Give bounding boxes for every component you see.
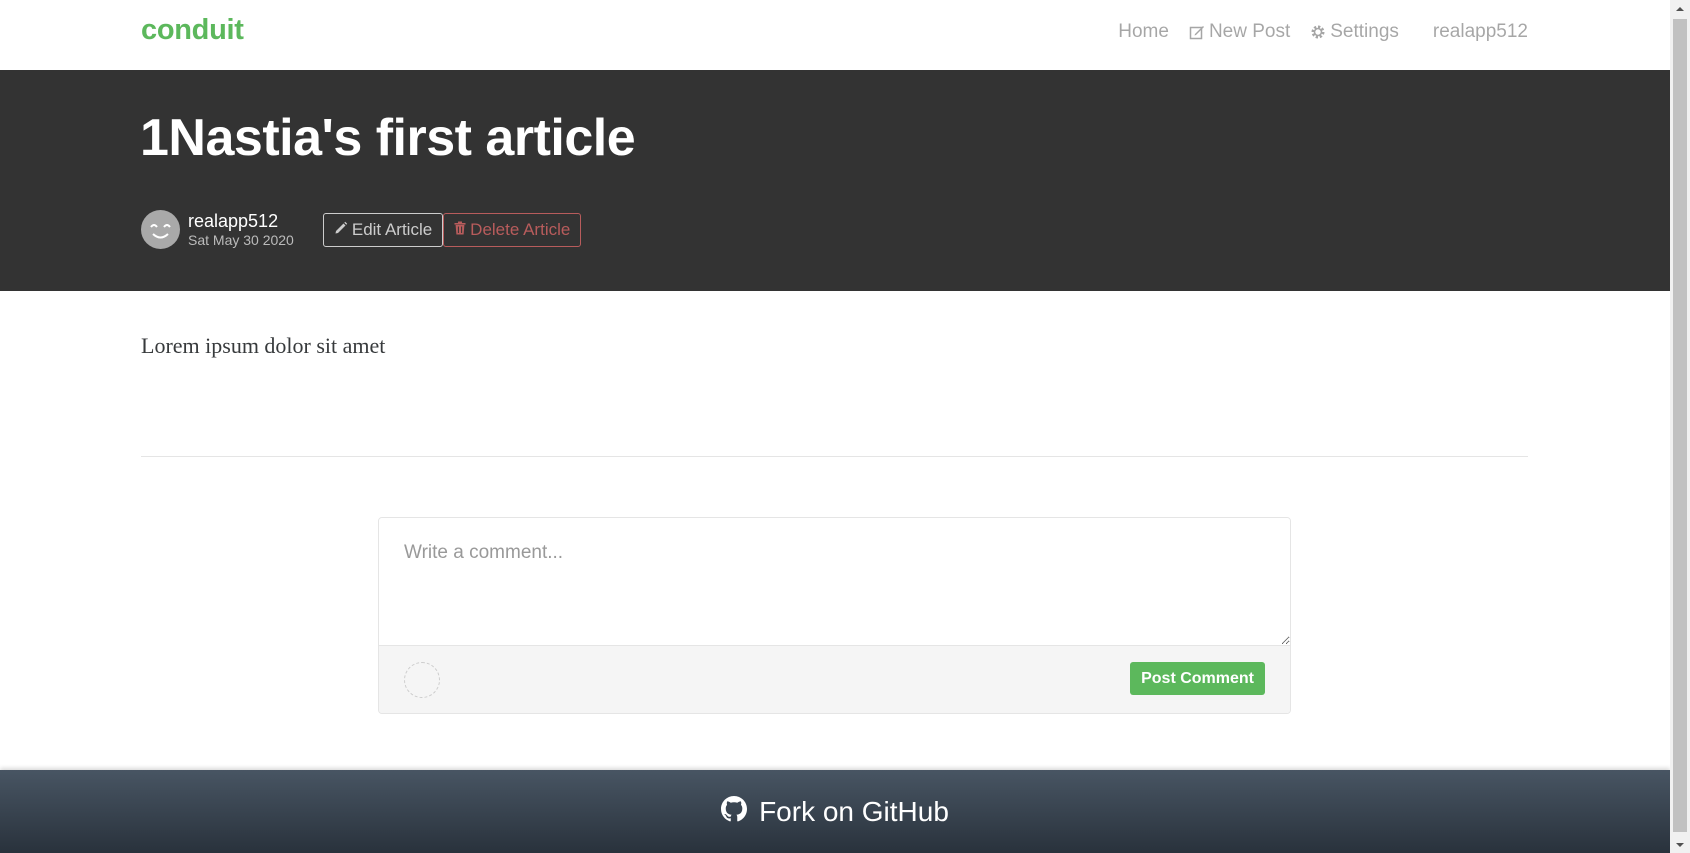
github-footer-link[interactable]: Fork on GitHub: [0, 770, 1670, 853]
nav-user-label: realapp512: [1432, 21, 1528, 42]
nav-new-post-label: New Post: [1208, 21, 1291, 42]
edit-article-label: Edit Article: [351, 219, 433, 239]
comment-input[interactable]: [379, 518, 1290, 645]
vertical-scrollbar[interactable]: [1670, 0, 1690, 853]
author-name[interactable]: realapp512: [188, 211, 294, 231]
comment-author-avatar: [404, 662, 440, 698]
content-divider: [141, 456, 1528, 457]
nav-settings-link[interactable]: Settings: [1300, 21, 1409, 43]
nav-links: Home New Post Settings realapp512: [1108, 21, 1528, 43]
scroll-up-arrow-icon[interactable]: [1670, 0, 1690, 17]
gear-icon: [1310, 24, 1326, 40]
trash-icon: [454, 220, 466, 240]
edit-article-button[interactable]: Edit Article: [322, 212, 444, 247]
nav-new-post-link[interactable]: New Post: [1179, 21, 1300, 43]
nav-user-link[interactable]: realapp512: [1409, 21, 1528, 43]
author-info: realapp512 Sat May 30 2020: [188, 211, 294, 249]
article-meta: realapp512 Sat May 30 2020 Edit Article …: [141, 210, 582, 249]
nav-settings-label: Settings: [1330, 21, 1399, 42]
article-date: Sat May 30 2020: [188, 231, 294, 248]
github-link-label: Fork on GitHub: [759, 795, 949, 827]
delete-article-label: Delete Article: [470, 219, 571, 239]
smiley-icon: [150, 224, 171, 239]
nav-home-label: Home: [1118, 21, 1169, 42]
scroll-down-arrow-icon[interactable]: [1670, 836, 1690, 853]
delete-article-button[interactable]: Delete Article: [443, 212, 582, 247]
scrollbar-thumb[interactable]: [1673, 19, 1687, 832]
brand-logo[interactable]: conduit: [141, 14, 244, 47]
navbar: conduit Home New Post Settings realapp51…: [0, 0, 1670, 70]
comment-form-footer: Post Comment: [379, 645, 1290, 713]
pencil-icon: [334, 220, 348, 240]
compose-icon: [1189, 24, 1205, 40]
page: conduit Home New Post Settings realapp51…: [0, 0, 1670, 853]
github-icon: [721, 796, 748, 827]
article-body: Lorem ipsum dolor sit amet: [141, 333, 386, 358]
comment-form: Post Comment: [378, 517, 1291, 714]
nav-home-link[interactable]: Home: [1108, 21, 1179, 43]
post-comment-button[interactable]: Post Comment: [1130, 662, 1265, 695]
author-avatar[interactable]: [141, 210, 180, 249]
article-banner: 1Nastia's first article realapp512 Sat M…: [0, 70, 1670, 291]
article-title: 1Nastia's first article: [140, 109, 636, 167]
